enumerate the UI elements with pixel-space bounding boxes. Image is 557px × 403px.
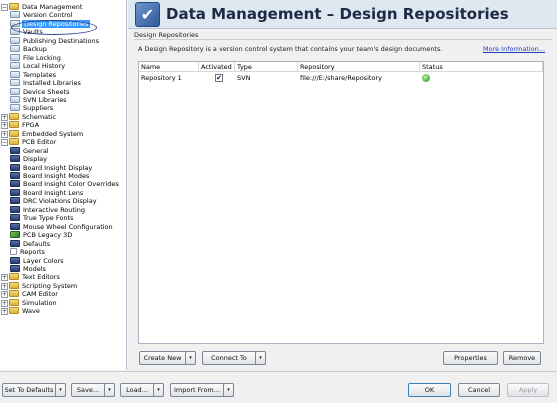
set-to-defaults-button[interactable]: Set To Defaults ▾	[2, 383, 66, 397]
chevron-down-icon[interactable]: ▾	[104, 383, 115, 397]
pcb-icon	[10, 256, 20, 264]
chevron-down-icon[interactable]: ▾	[153, 383, 164, 397]
column-header-name[interactable]: Name	[139, 62, 199, 72]
chevron-down-icon[interactable]: ▾	[223, 383, 234, 397]
tree-item-label: Wave	[22, 307, 40, 316]
3d-icon	[10, 231, 20, 239]
connect-to-label: Connect To	[211, 354, 247, 362]
chevron-down-icon[interactable]: ▾	[185, 351, 196, 365]
column-header-type[interactable]: Type	[235, 62, 298, 72]
create-new-button[interactable]: Create New ▾	[139, 351, 196, 365]
group-divider	[134, 39, 552, 40]
page-icon	[10, 36, 20, 44]
load-label: Load...	[126, 386, 148, 394]
page-icon	[10, 104, 20, 112]
collapse-icon[interactable]: −	[1, 139, 8, 147]
pcb-icon	[10, 197, 20, 205]
document-icon	[10, 248, 17, 256]
pcb-icon	[10, 146, 20, 154]
page-icon	[10, 70, 20, 78]
pcb-icon	[10, 180, 20, 188]
group-label: Design Repositories	[134, 31, 199, 39]
import-from-button[interactable]: Import From... ▾	[170, 383, 234, 397]
page-icon	[10, 62, 20, 70]
folder-icon	[9, 121, 19, 129]
pcb-icon	[10, 188, 20, 196]
pcb-icon	[10, 222, 20, 230]
status-ok-icon: ✓	[422, 74, 430, 82]
properties-button[interactable]: Properties	[443, 351, 498, 365]
table-header: Name Activated Type Repository Status	[139, 62, 543, 72]
options-tree[interactable]: − Data Management Version Control Design Re…	[0, 0, 127, 370]
page-icon	[10, 95, 20, 103]
save-button[interactable]: Save... ▾	[71, 383, 115, 397]
page-header: ✔ Data Management – Design Repositories	[128, 0, 557, 29]
pcb-icon	[10, 239, 20, 247]
footer-divider	[0, 371, 557, 372]
folder-icon	[9, 3, 19, 10]
page-icon	[10, 45, 20, 53]
column-header-status[interactable]: Status	[420, 62, 543, 72]
ok-button[interactable]: OK	[408, 383, 451, 397]
pcb-icon	[10, 163, 20, 171]
folder-icon	[9, 273, 19, 281]
table-row[interactable]: Repository 1 ✔ SVN file:///E:/share/Repo…	[139, 73, 543, 83]
pcb-icon	[10, 214, 20, 222]
remove-button[interactable]: Remove	[503, 351, 541, 365]
cancel-button[interactable]: Cancel	[458, 383, 500, 397]
chevron-down-icon[interactable]: ▾	[255, 351, 266, 365]
page-icon	[10, 87, 20, 95]
cell-name: Repository 1	[141, 74, 182, 82]
import-from-label: Import From...	[174, 386, 220, 394]
activated-checkbox[interactable]: ✔	[215, 74, 223, 82]
chevron-down-icon[interactable]: ▾	[55, 383, 66, 397]
page-icon	[10, 79, 20, 87]
folder-icon	[9, 281, 19, 289]
column-header-repository[interactable]: Repository	[298, 62, 420, 72]
folder-icon	[9, 298, 19, 306]
set-to-defaults-label: Set To Defaults	[4, 386, 54, 394]
page-icon	[10, 53, 20, 61]
create-new-label: Create New	[143, 354, 182, 362]
page-icon	[10, 11, 20, 19]
page-title: Data Management – Design Repositories	[166, 5, 509, 23]
folder-icon	[9, 129, 19, 137]
folder-icon	[9, 112, 19, 120]
connect-to-button[interactable]: Connect To ▾	[202, 351, 266, 365]
description-text: A Design Repository is a version control…	[138, 45, 443, 53]
folder-icon	[9, 307, 19, 315]
repositories-table[interactable]: Name Activated Type Repository Status Re…	[138, 61, 544, 344]
pcb-icon	[10, 155, 20, 163]
save-label: Save...	[76, 386, 100, 394]
load-button[interactable]: Load... ▾	[120, 383, 164, 397]
folder-icon	[9, 138, 19, 146]
checkmark-page-icon: ✔	[135, 2, 160, 27]
tree-item[interactable]: + Wave	[1, 306, 41, 316]
pcb-icon	[10, 172, 20, 179]
collapse-icon[interactable]: −	[1, 4, 8, 11]
more-information-link[interactable]: More Information...	[483, 45, 545, 53]
folder-icon	[9, 290, 19, 298]
cell-type: SVN	[237, 74, 251, 82]
apply-button[interactable]: Apply	[507, 383, 549, 397]
highlight-annotation-oval	[11, 20, 97, 35]
column-header-activated[interactable]: Activated	[199, 62, 235, 72]
expand-icon[interactable]: +	[1, 308, 8, 316]
pcb-icon	[10, 264, 20, 272]
pcb-icon	[10, 205, 20, 213]
cell-repository: file:///E:/share/Repository	[300, 74, 382, 82]
